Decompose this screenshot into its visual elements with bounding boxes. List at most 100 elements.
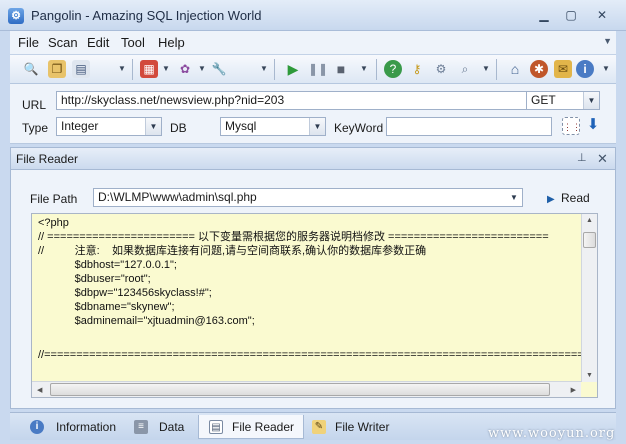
- toolbar-dropdown-icon[interactable]: ▼: [162, 64, 170, 73]
- toolbar-separator: [274, 59, 275, 80]
- panel-header: File Reader ⊥ ✕: [11, 148, 615, 170]
- copy-icon[interactable]: ❐: [48, 60, 66, 78]
- horizontal-scroll-thumb[interactable]: [50, 383, 550, 396]
- database-icon: ≡: [134, 420, 148, 434]
- file-content-area[interactable]: <?php // ======================= 以下变量需根据…: [31, 213, 598, 398]
- horizontal-scrollbar[interactable]: ◀ ▶: [32, 381, 581, 397]
- stop-icon[interactable]: ■: [332, 60, 350, 78]
- close-button[interactable]: ✕: [590, 6, 614, 24]
- code-line: $dbhost="127.0.0.1";: [38, 259, 177, 271]
- maximize-button[interactable]: ▢: [559, 6, 583, 24]
- info-icon: i: [30, 420, 44, 434]
- keyword-input[interactable]: [386, 117, 552, 136]
- method-value: GET: [531, 93, 556, 107]
- tab-label: Information: [56, 420, 117, 434]
- wrench-icon[interactable]: 🔧: [210, 60, 228, 78]
- file-path-input[interactable]: D:\WLMP\www\admin\sql.php ▼: [93, 188, 523, 207]
- zoom-icon[interactable]: 🔍: [22, 60, 40, 78]
- menu-edit[interactable]: Edit: [87, 35, 109, 50]
- target-section: URL http://skyclass.net/newsview.php?nid…: [10, 84, 616, 144]
- code-line: // ======================= 以下变量需根据您的服务器说…: [38, 231, 549, 243]
- url-label: URL: [22, 98, 47, 112]
- grid-icon[interactable]: ⋮⋮: [562, 117, 581, 135]
- scroll-right-icon[interactable]: ▶: [571, 386, 576, 394]
- tab-information[interactable]: i Information: [20, 415, 124, 439]
- help-icon[interactable]: ?: [384, 60, 402, 78]
- watermark: www.wooyun.org: [488, 426, 616, 441]
- chevron-down-icon[interactable]: ▼: [309, 118, 325, 135]
- chevron-down-icon[interactable]: ▼: [506, 189, 522, 206]
- file-path-value: D:\WLMP\www\admin\sql.php: [98, 190, 257, 204]
- toolbar-dropdown-icon[interactable]: ▼: [260, 64, 268, 73]
- tab-label: Data: [159, 420, 185, 434]
- file-reader-panel: File Reader ⊥ ✕ File Path D:\WLMP\www\ad…: [10, 147, 616, 409]
- toolbar-dropdown-icon[interactable]: ▼: [360, 64, 368, 73]
- home-icon[interactable]: ⌂: [506, 60, 524, 78]
- menu-file[interactable]: File: [18, 35, 39, 50]
- document-icon: ▤: [209, 420, 223, 434]
- tab-file-writer[interactable]: ✎ File Writer: [306, 415, 406, 439]
- read-button[interactable]: ▶ Read: [543, 189, 599, 208]
- key-icon[interactable]: ⚷: [408, 60, 426, 78]
- report-icon[interactable]: ⚙: [432, 60, 450, 78]
- chevron-down-icon[interactable]: ▼: [145, 118, 161, 135]
- sql-icon[interactable]: ▦: [140, 60, 158, 78]
- db-label: DB: [170, 121, 187, 135]
- settings-icon[interactable]: ✿: [176, 60, 194, 78]
- package-icon[interactable]: ✉: [554, 60, 572, 78]
- keyword-label: KeyWord: [334, 121, 384, 135]
- scroll-up-icon[interactable]: ▲: [586, 217, 593, 224]
- bug-icon[interactable]: ✱: [530, 60, 548, 78]
- code-line: // 注意: 如果数据库连接有问题,请与空间商联系,确认你的数据库参数正确: [38, 245, 427, 257]
- toolbar-separator: [496, 59, 497, 80]
- vertical-scrollbar[interactable]: ▲ ▼: [581, 214, 597, 382]
- type-value: Integer: [61, 119, 99, 133]
- play-icon: ▶: [547, 194, 555, 205]
- read-label: Read: [561, 191, 590, 205]
- vertical-scroll-thumb[interactable]: [583, 232, 596, 248]
- toolbar-separator: [132, 59, 133, 80]
- pause-icon[interactable]: ❚❚: [308, 60, 328, 78]
- close-icon[interactable]: ✕: [597, 151, 608, 167]
- method-select[interactable]: GET ▼: [526, 91, 600, 110]
- play-icon[interactable]: ▶: [284, 60, 302, 78]
- toolbar: 🔍 ❐ ▤ ▼ ▦ ▼ ✿ ▼ 🔧 ▼ ▶ ❚❚ ■ ▼ ? ⚷ ⚙ ⌕ ▼ ⌂…: [10, 55, 616, 84]
- menu-help[interactable]: Help: [158, 35, 185, 50]
- tab-data[interactable]: ≡ Data: [126, 415, 198, 439]
- file-path-label: File Path: [30, 192, 78, 206]
- info-icon[interactable]: i: [576, 60, 594, 78]
- search-icon[interactable]: ⌕: [456, 60, 474, 78]
- db-select[interactable]: Mysql ▼: [220, 117, 326, 136]
- scroll-down-icon[interactable]: ▼: [586, 372, 593, 379]
- scroll-left-icon[interactable]: ◀: [37, 386, 42, 394]
- chevron-down-icon[interactable]: ▼: [583, 92, 599, 109]
- minimize-button[interactable]: ▁: [532, 6, 556, 24]
- toolbar-dropdown-icon[interactable]: ▼: [602, 64, 610, 73]
- toolbar-separator: [376, 59, 377, 80]
- menu-overflow-icon[interactable]: ▼: [603, 36, 612, 46]
- menu-scan[interactable]: Scan: [48, 35, 78, 50]
- code-line: <?php: [38, 217, 69, 229]
- window-title: Pangolin - Amazing SQL Injection World: [31, 8, 262, 23]
- type-label: Type: [22, 121, 49, 135]
- toolbar-dropdown-icon[interactable]: ▼: [198, 64, 206, 73]
- edit-icon: ✎: [312, 420, 326, 434]
- code-line: $adminemail="xjtuadmin@163.com";: [38, 315, 255, 327]
- pin-icon[interactable]: ⊥: [577, 151, 587, 164]
- menu-tool[interactable]: Tool: [121, 35, 145, 50]
- toolbar-dropdown-icon[interactable]: ▼: [118, 64, 126, 73]
- tab-label: File Writer: [335, 420, 390, 434]
- code-line: $dbpw="123456skyclass!#";: [38, 287, 212, 299]
- tab-file-reader[interactable]: ▤ File Reader: [198, 415, 304, 439]
- paste-icon[interactable]: ▤: [72, 60, 90, 78]
- panel-title: File Reader: [16, 152, 79, 166]
- code-line: $dbname="skynew";: [38, 301, 175, 313]
- download-icon[interactable]: ⬇: [584, 116, 602, 134]
- toolbar-dropdown-icon[interactable]: ▼: [482, 64, 490, 73]
- url-input[interactable]: http://skyclass.net/newsview.php?nid=203: [56, 91, 528, 110]
- title-bar: ⚙ Pangolin - Amazing SQL Injection World…: [0, 0, 626, 31]
- code-line: $dbuser="root";: [38, 273, 151, 285]
- pangolin-icon: ⚙: [8, 8, 24, 24]
- type-select[interactable]: Integer ▼: [56, 117, 162, 136]
- code-line: //======================================…: [38, 349, 591, 361]
